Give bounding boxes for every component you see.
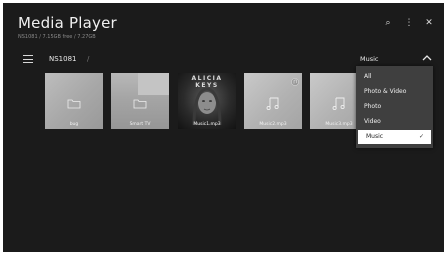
album-art-portrait bbox=[192, 87, 222, 125]
folder-tile-smart-tv[interactable]: Smart TV bbox=[111, 73, 169, 129]
check-icon: ✓ bbox=[418, 133, 424, 140]
filter-dropdown-value[interactable]: Music bbox=[360, 55, 379, 63]
tile-label: Smart TV bbox=[129, 122, 151, 127]
tile-label: Music2.mp3 bbox=[259, 122, 287, 127]
filter-option-photo-video[interactable]: Photo & Video bbox=[356, 85, 433, 99]
filter-option-video[interactable]: Video bbox=[356, 115, 433, 129]
filter-option-photo[interactable]: Photo bbox=[356, 100, 433, 114]
storage-info: NS1081 / 7.15GB free / 7.27GB bbox=[18, 34, 96, 40]
music-note-icon bbox=[266, 97, 279, 111]
filter-option-all[interactable]: All bbox=[356, 70, 433, 84]
folder-icon bbox=[133, 99, 147, 109]
chevron-up-icon[interactable] bbox=[421, 53, 433, 63]
app-title: Media Player bbox=[18, 14, 117, 32]
tile-label: Music1.mp3 bbox=[193, 122, 221, 127]
breadcrumb-device[interactable]: NS1081 bbox=[49, 55, 77, 63]
tile-label: bug bbox=[69, 122, 79, 127]
breadcrumb-separator: / bbox=[87, 55, 90, 63]
filter-option-label: Music bbox=[366, 133, 384, 140]
folder-tile-bug[interactable]: bug bbox=[45, 73, 103, 129]
media-player-screen: Media Player NS1081 / 7.15GB free / 7.27… bbox=[3, 3, 444, 252]
filter-option-music[interactable]: Music ✓ bbox=[358, 130, 431, 144]
folder-icon bbox=[67, 99, 81, 109]
more-options-icon[interactable]: ⋮ bbox=[403, 17, 415, 29]
music-badge-icon bbox=[291, 78, 299, 86]
close-icon[interactable]: ✕ bbox=[423, 17, 435, 29]
music-tile[interactable]: Music2.mp3 bbox=[244, 73, 302, 129]
menu-icon[interactable] bbox=[23, 55, 33, 63]
music-tile-album-art[interactable]: ALICIA KEYS Music1.mp3 bbox=[178, 73, 236, 129]
filter-dropdown-menu: All Photo & Video Photo Video Music ✓ bbox=[356, 66, 433, 148]
music-note-icon bbox=[332, 97, 345, 111]
search-icon[interactable]: ⌕ bbox=[382, 17, 394, 29]
